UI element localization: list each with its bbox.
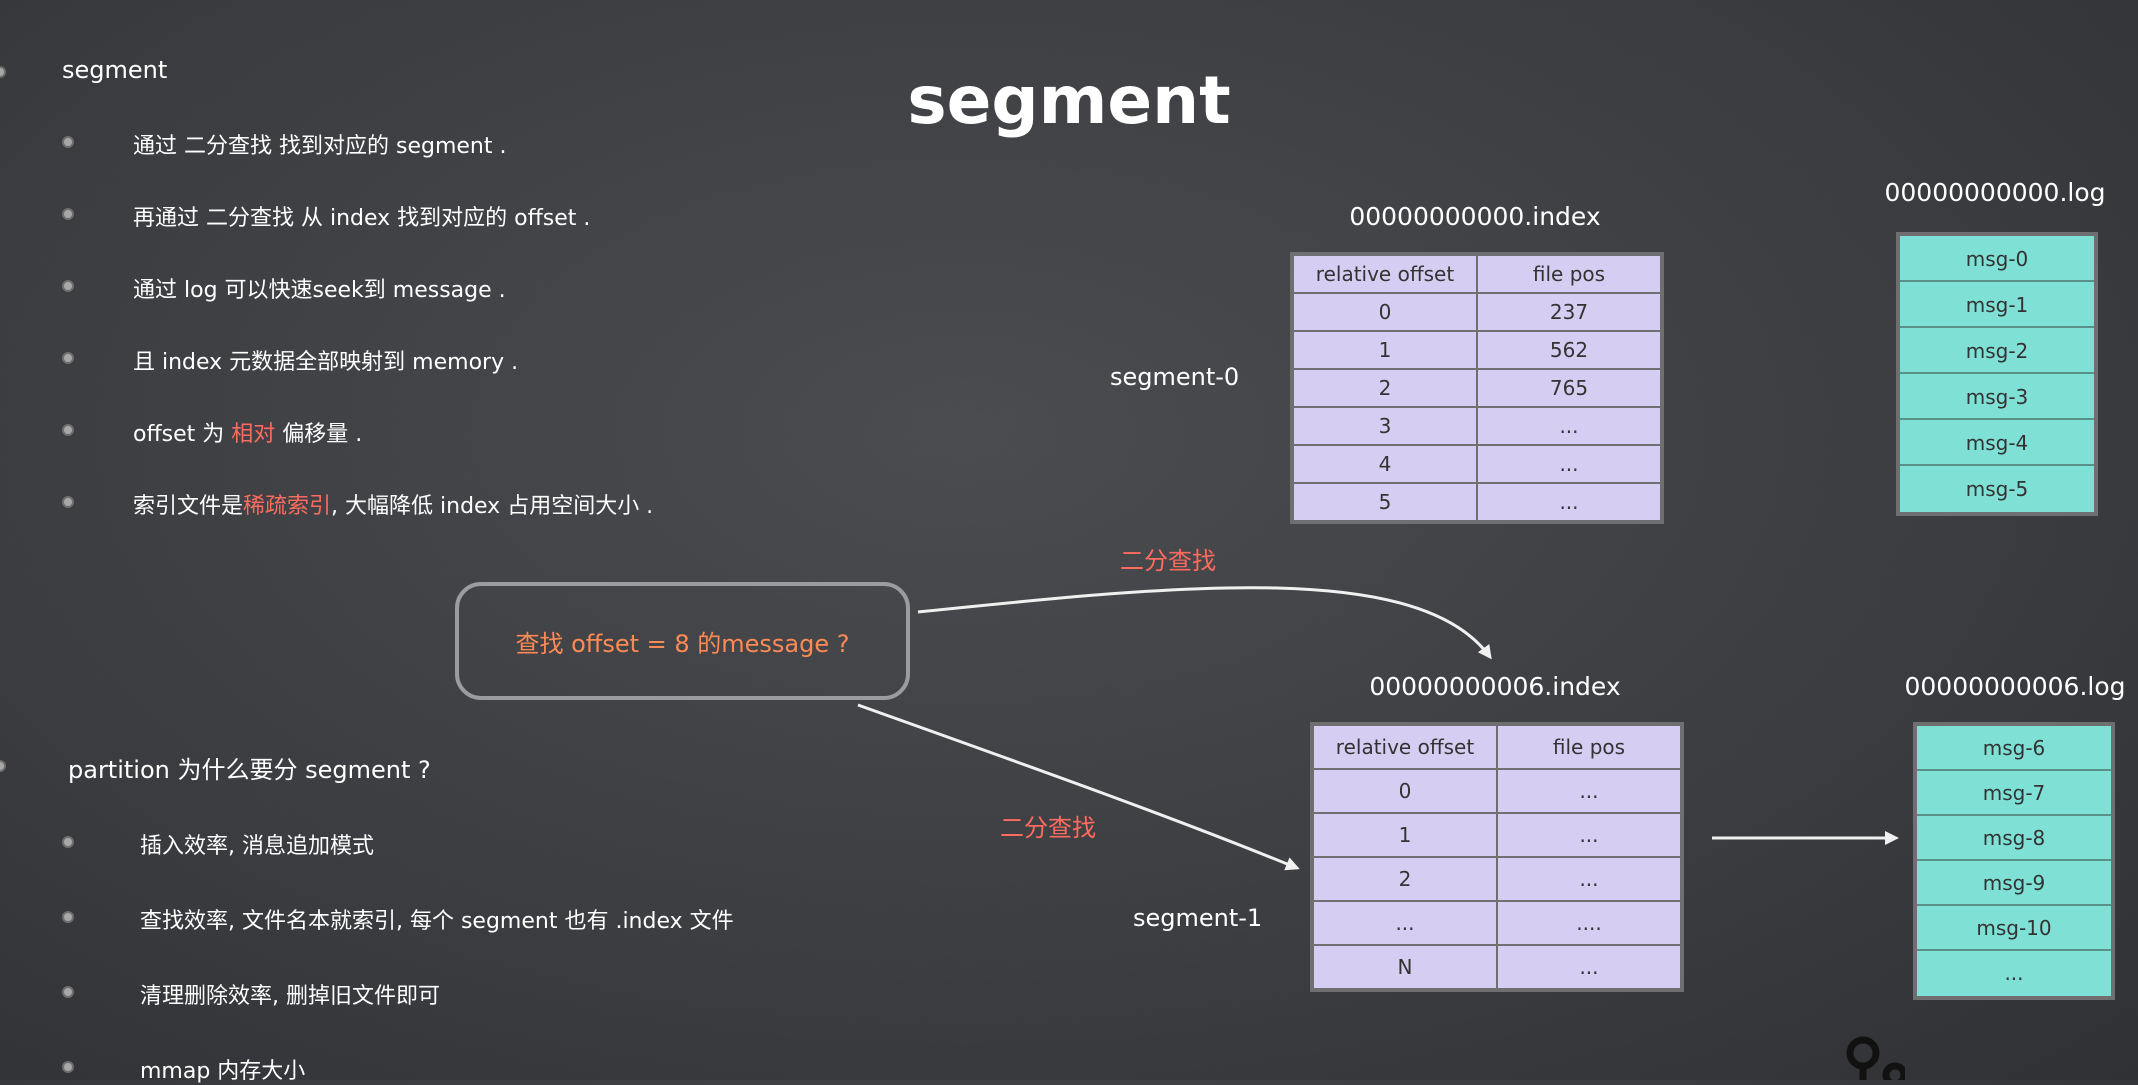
log-message: msg-3 [1900,374,2094,420]
arrow-label-upper: 二分查找 [1120,547,1216,575]
table-row: N... [1311,944,1683,991]
table-cell: 0 [1311,768,1498,814]
table-row: 5... [1291,482,1663,523]
segment0-index-filename: 00000000000.index [1349,202,1601,231]
table-row: 1... [1311,812,1683,858]
table-cell: 2 [1311,856,1498,902]
corner-logo-icon [1846,1036,1905,1080]
table-header-cell: file pos [1476,253,1663,294]
table-header-row: relative offset file pos [1311,723,1683,770]
segment1-label: segment-1 [1133,904,1263,932]
table-row: 2... [1311,856,1683,902]
table-row: 2 765 [1291,368,1663,408]
table-cell: ... [1496,944,1683,991]
segment0-index-table: relative offset file pos 0 237 1 562 2 765 3... 4… [1290,252,1664,524]
table-cell: 1 [1291,330,1478,370]
arrow-label-lower: 二分查找 [1000,814,1096,842]
table-cell: 237 [1476,292,1663,332]
arrows-layer [857,586,1899,871]
log-message: msg-8 [1917,816,2111,861]
table-cell: 3 [1291,406,1478,446]
table-cell: .... [1496,900,1683,946]
table-cell: ... [1311,900,1498,946]
table-cell: 562 [1476,330,1663,370]
segment0-log: msg-0 msg-1 msg-2 msg-3 msg-4 msg-5 [1896,232,2098,516]
segment1-index-table: relative offset file pos 0... 1... 2........… [1310,722,1684,992]
table-cell: ... [1476,482,1663,523]
segment0-log-filename: 00000000000.log [1884,178,2106,207]
table-cell: 4 [1291,444,1478,484]
table-cell: N [1311,944,1498,991]
segment0-label: segment-0 [1110,363,1240,391]
table-cell: ... [1476,406,1663,446]
log-message: msg-1 [1900,282,2094,328]
table-row: 0 237 [1291,292,1663,332]
segment1-index-filename: 00000000006.index [1369,672,1621,701]
table-row: ....... [1311,900,1683,946]
table-header-row: relative offset file pos [1291,253,1663,294]
log-message: msg-0 [1900,236,2094,282]
arrow-to-segment1-index [917,586,1492,660]
log-message: msg-6 [1917,726,2111,771]
table-row: 1 562 [1291,330,1663,370]
log-message: msg-10 [1917,906,2111,951]
table-cell: ... [1496,768,1683,814]
segment1-log: msg-6 msg-7 msg-8 msg-9 msg-10... [1913,722,2115,1000]
table-header-cell: relative offset [1291,253,1478,294]
log-message: msg-4 [1900,420,2094,466]
table-cell: 2 [1291,368,1478,408]
log-message: msg-9 [1917,861,2111,906]
log-message: msg-7 [1917,771,2111,816]
table-row: 4... [1291,444,1663,484]
segment1-log-filename: 00000000006.log [1904,672,2126,701]
table-cell: ... [1496,856,1683,902]
log-message: msg-5 [1965,477,2029,501]
log-message: msg-2 [1900,328,2094,374]
table-row: 0... [1311,768,1683,814]
arrow-to-segment1-entry [857,703,1300,871]
log-message: ... [2004,961,2024,985]
table-row: 3... [1291,406,1663,446]
table-cell: 0 [1291,292,1478,332]
table-cell: 765 [1476,368,1663,408]
table-header-cell: relative offset [1311,723,1498,770]
table-cell: ... [1496,812,1683,858]
table-cell: ... [1476,444,1663,484]
table-header-cell: file pos [1496,723,1683,770]
table-cell: 5 [1291,482,1478,523]
table-cell: 1 [1311,812,1498,858]
